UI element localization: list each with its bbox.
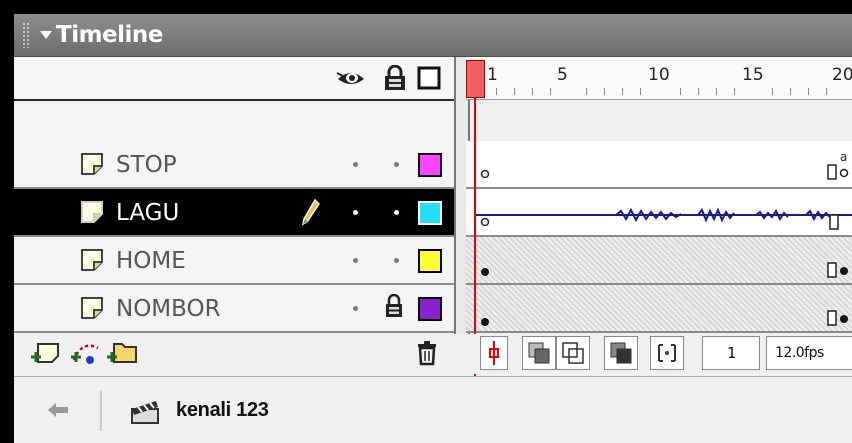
lock-dot[interactable] [394,210,399,215]
playhead[interactable] [466,60,485,98]
add-motion-guide-icon[interactable] [68,338,104,366]
scene-path-bar: kenali 123 [14,376,852,443]
layer-locked-icon[interactable] [384,294,404,318]
modify-onion-markers-button[interactable] [650,336,684,370]
visibility-dot[interactable] [353,306,358,311]
center-frame-button[interactable] [480,336,508,370]
ruler-label: 1 [487,65,498,85]
show-hide-all-eye-icon[interactable] [336,67,366,89]
layer-icon [81,153,103,175]
layer-name[interactable]: NOMBOR [116,296,221,322]
collapse-arrow-icon[interactable] [40,31,52,39]
layers-list: STOP LAGU HOME NOMBOR [14,57,454,337]
current-frame-value: 1 [727,344,737,362]
outline-all-icon[interactable] [417,66,441,90]
insert-layer-icon[interactable] [28,340,62,364]
scene-name[interactable]: kenali 123 [176,399,269,422]
scene-clapperboard-icon [131,401,159,424]
timeline-panel: Timeline STOP LAGU HOME NOMBOR 1 5 10 15… [14,14,852,443]
outline-color-swatch[interactable] [418,297,442,321]
outline-color-swatch[interactable] [418,153,442,177]
panel-titlebar[interactable]: Timeline [14,14,852,57]
layer-row-stop[interactable]: STOP [14,141,454,189]
insert-layer-folder-icon[interactable] [104,338,140,366]
lock-dot[interactable] [394,258,399,263]
visibility-dot[interactable] [353,210,358,215]
outline-color-swatch[interactable] [418,201,442,225]
drag-grip-icon[interactable] [22,22,30,48]
layer-row-home[interactable]: HOME [14,237,454,285]
frame-row-lagu[interactable] [466,189,852,237]
end-frame-keyframe-icon[interactable] [826,309,852,329]
action-keyframe-icon[interactable]: a [826,147,852,187]
layer-name[interactable]: LAGU [116,200,179,226]
outline-color-swatch[interactable] [418,249,442,273]
onion-skin-button[interactable] [522,336,556,370]
visibility-dot[interactable] [353,162,358,167]
frame-row-nombor[interactable] [466,285,852,333]
keyframe-icon[interactable] [480,317,490,327]
layer-icon [81,249,103,271]
empty-keyframe-icon[interactable] [480,169,490,179]
ruler-label: 5 [557,65,568,85]
separator [100,391,102,431]
frame-rate-value: 12.0fps [775,345,824,361]
frame-rate-field[interactable]: 12.0fps [766,336,852,370]
ruler-label: 10 [648,65,670,85]
pencil-edit-icon [301,198,320,226]
layer-name[interactable]: HOME [116,248,186,274]
frame-row-stop[interactable]: a [466,141,852,189]
layer-row-lagu[interactable]: LAGU [14,189,454,237]
ruler-label: 20 [832,65,852,85]
panel-title: Timeline [56,22,163,48]
frame-row-home[interactable] [466,237,852,285]
edit-multiple-frames-button[interactable] [604,336,638,370]
visibility-dot[interactable] [353,258,358,263]
layer-icon [81,297,103,319]
ruler-label: 15 [742,65,764,85]
keyframe-icon[interactable] [480,267,490,277]
delete-layer-trash-icon[interactable] [416,340,438,366]
layer-name[interactable]: STOP [116,152,177,178]
lock-dot[interactable] [394,162,399,167]
lock-all-icon[interactable] [383,65,407,91]
layer-icon [81,201,103,223]
onion-skin-outlines-button[interactable] [556,336,590,370]
layers-header [14,57,454,101]
layer-row-nombor[interactable]: NOMBOR [14,285,454,333]
back-arrow-icon[interactable] [46,401,70,419]
frame-ruler[interactable]: 1 5 10 15 20 [466,57,852,100]
svg-text:a: a [840,150,847,164]
timeline-toolbar: 1 12.0fps [14,334,852,374]
sound-waveform [476,207,852,230]
current-frame-field[interactable]: 1 [702,336,760,370]
end-frame-keyframe-icon[interactable] [826,261,852,281]
